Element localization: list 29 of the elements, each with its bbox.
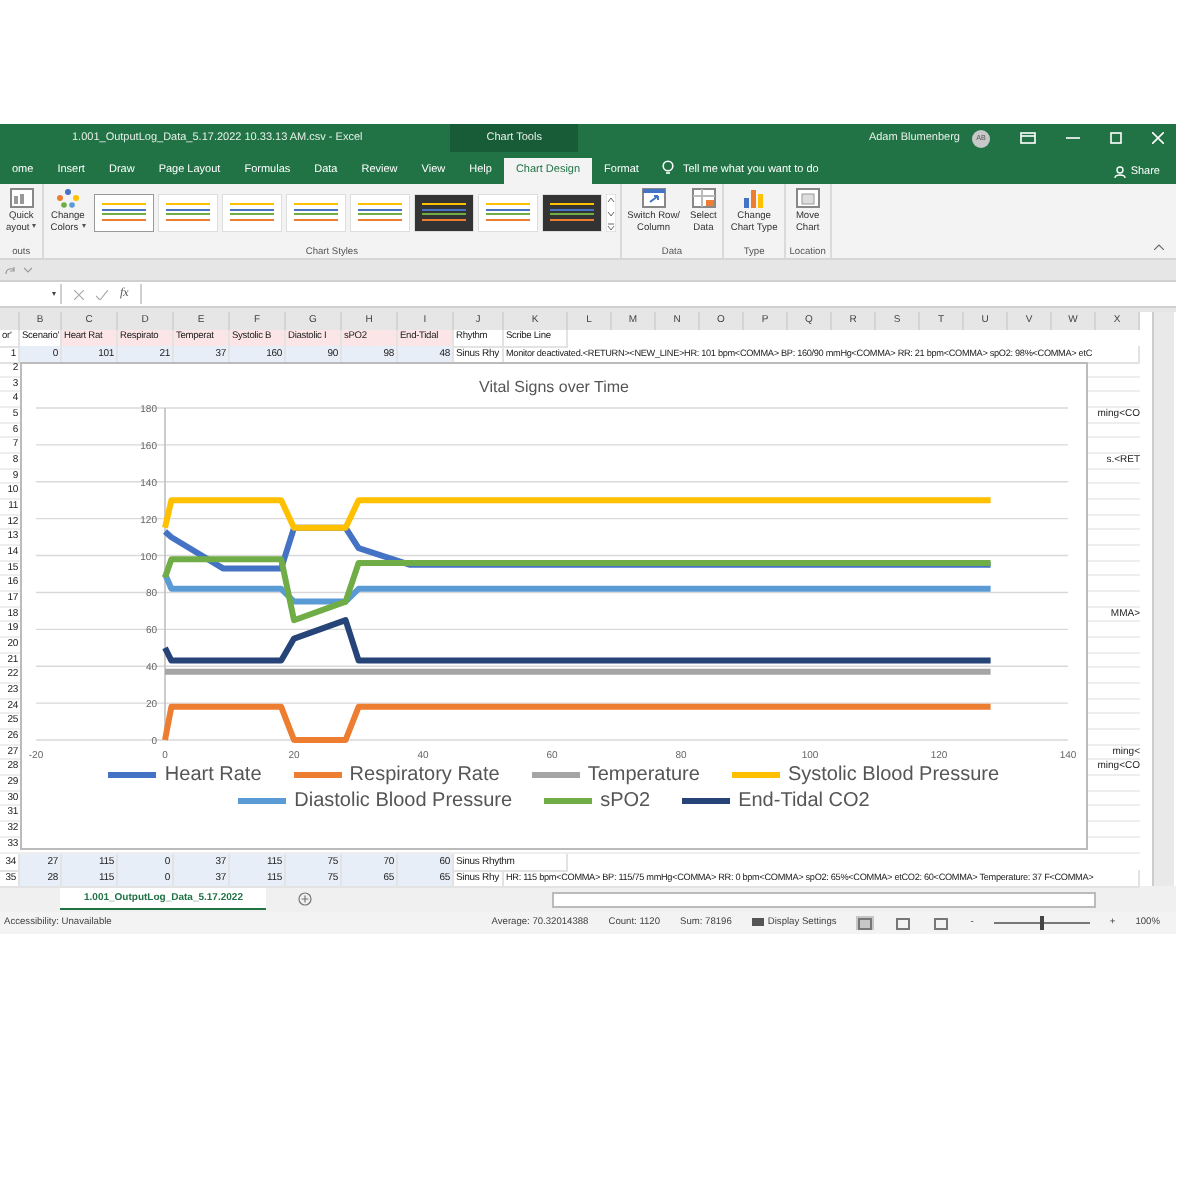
customize-toolbar-icon[interactable] <box>24 266 32 274</box>
view-button[interactable] <box>894 916 913 930</box>
legend-item: End-Tidal CO2 <box>682 790 870 812</box>
vertical-scrollbar[interactable] <box>1152 312 1174 886</box>
add-sheet-icon[interactable] <box>298 892 313 906</box>
restore-icon[interactable] <box>1110 132 1122 144</box>
legend-item: Respiratory Rate <box>293 764 500 786</box>
view-button[interactable] <box>932 916 951 930</box>
enter-icon[interactable] <box>96 289 108 299</box>
color-dots-icon <box>55 188 80 208</box>
legend-item: Systolic Blood Pressure <box>731 764 1000 786</box>
gallery-scroll-icon[interactable] <box>605 194 616 232</box>
chart-title: Vital Signs over Time <box>479 378 629 396</box>
minimize-icon[interactable] <box>1066 132 1080 144</box>
cancel-icon[interactable] <box>74 289 84 299</box>
close-icon[interactable] <box>1152 132 1164 144</box>
bar-chart-icon <box>742 188 767 208</box>
person-icon <box>1114 165 1127 177</box>
legend-item: Diastolic Blood Pressure <box>238 790 513 812</box>
monitor-icon <box>751 918 764 928</box>
legend-item: Temperature <box>531 764 700 786</box>
lightbulb-icon[interactable] <box>662 160 675 176</box>
legend-item: Heart Rate <box>108 764 262 786</box>
legend-item: sPO2 <box>544 790 651 812</box>
view-button[interactable] <box>856 916 875 930</box>
ribbon-display-icon[interactable] <box>1020 132 1036 144</box>
collapse-ribbon-icon[interactable] <box>1154 244 1164 250</box>
chart-style-thumbnail[interactable] <box>93 194 154 232</box>
horizontal-scrollbar[interactable] <box>552 891 1097 907</box>
